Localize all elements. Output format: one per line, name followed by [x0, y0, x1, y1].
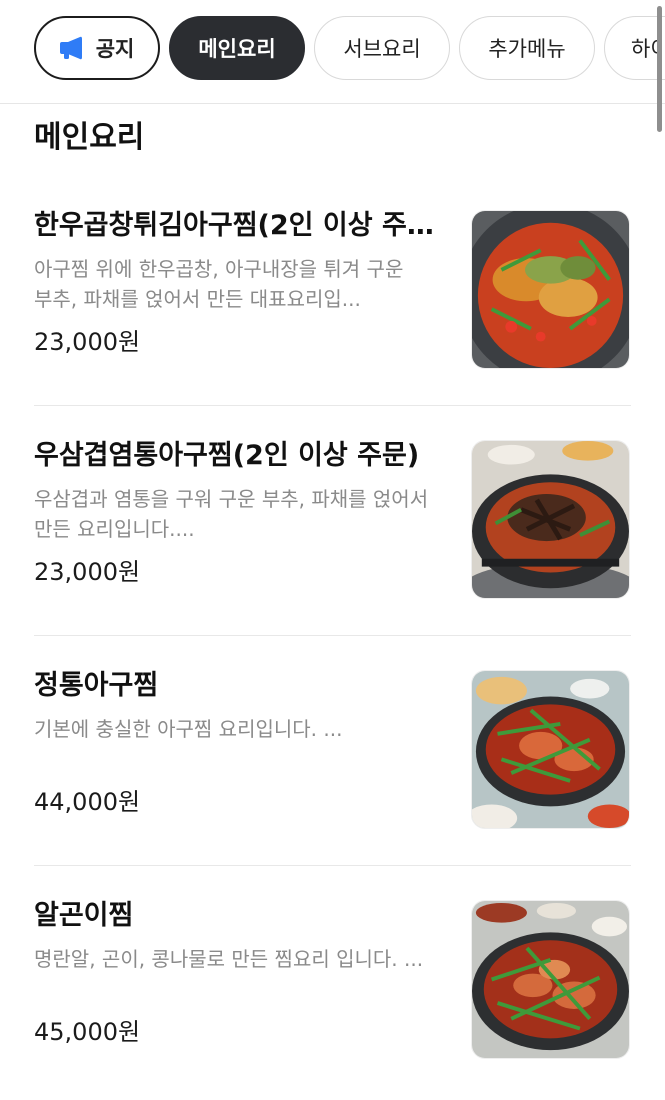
menu-item-description: 명란알, 곤이, 콩나물로 만든 찜요리 입니다. ... [34, 947, 424, 971]
menu-item[interactable]: 한우곱창튀김아구찜(2인 이상 주문) 아구찜 위에 한우곱창, 아구내장을 튀… [34, 176, 631, 406]
menu-item-name: 알곤이찜 [34, 900, 134, 931]
scrollbar[interactable] [657, 6, 662, 132]
tab-notice-label: 공지 [95, 37, 135, 61]
menu-item-price: 23,000원 [34, 558, 141, 586]
menu-item-name: 한우곱창튀김아구찜(2인 이상 주문) [34, 210, 434, 241]
menu-item-text: 알곤이찜 명란알, 곤이, 콩나물로 만든 찜요리 입니다. ... 45,00… [34, 896, 434, 1048]
menu-item[interactable]: 우삼겹염통아구찜(2인 이상 주문) 우삼겹과 염통을 구워 구운 부추, 파채… [34, 406, 631, 636]
tab-side-dishes-label: 서브요리 [343, 37, 421, 61]
menu-item-text: 한우곱창튀김아구찜(2인 이상 주문) 아구찜 위에 한우곱창, 아구내장을 튀… [34, 206, 434, 358]
tab-main-dishes[interactable]: 메인요리 [169, 16, 305, 80]
menu-item-text: 정통아구찜 기본에 충실한 아구찜 요리입니다. ... 44,000원 [34, 666, 434, 818]
food-photo-agujjim [472, 671, 629, 828]
menu-item-text: 우삼겹염통아구찜(2인 이상 주문) 우삼겹과 염통을 구워 구운 부추, 파채… [34, 436, 434, 588]
section-title: 메인요리 [34, 120, 145, 155]
tab-side-dishes[interactable]: 서브요리 [314, 16, 450, 80]
category-tabs: 공지 메인요리 서브요리 추가메뉴 하이 [34, 16, 665, 80]
menu-item-photo[interactable] [471, 210, 630, 369]
menu-item-photo[interactable] [471, 900, 630, 1059]
menu-item-price: 44,000원 [34, 788, 141, 816]
food-photo-algonijjim [472, 901, 629, 1058]
tab-extra-menu-label: 추가메뉴 [488, 37, 566, 61]
category-tab-bar: 공지 메인요리 서브요리 추가메뉴 하이 [0, 0, 665, 104]
menu-item-description: 우삼겹과 염통을 구워 구운 부추, 파채를 얹어서 만든 요리입니다.... [34, 487, 429, 541]
menu-item-description: 아구찜 위에 한우곱창, 아구내장을 튀겨 구운 부추, 파채를 얹어서 만든 … [34, 257, 404, 311]
menu-item-name: 정통아구찜 [34, 670, 159, 701]
food-photo-gopchang-agujjim [472, 211, 629, 368]
megaphone-icon [58, 36, 88, 60]
menu-list: 한우곱창튀김아구찜(2인 이상 주문) 아구찜 위에 한우곱창, 아구내장을 튀… [34, 176, 631, 1096]
tab-partial[interactable]: 하이 [604, 16, 665, 80]
tab-notice[interactable]: 공지 [34, 16, 160, 80]
menu-item-price: 45,000원 [34, 1018, 141, 1046]
menu-item-description: 기본에 충실한 아구찜 요리입니다. ... [34, 717, 343, 741]
menu-item[interactable]: 정통아구찜 기본에 충실한 아구찜 요리입니다. ... 44,000원 [34, 636, 631, 866]
food-photo-woosamgyeop-agujjim [472, 441, 629, 598]
menu-item-price: 23,000원 [34, 328, 141, 356]
tab-extra-menu[interactable]: 추가메뉴 [459, 16, 595, 80]
tab-main-dishes-label: 메인요리 [198, 37, 276, 61]
menu-item-photo[interactable] [471, 440, 630, 599]
menu-item-name: 우삼겹염통아구찜(2인 이상 주문) [34, 440, 420, 471]
menu-item[interactable]: 알곤이찜 명란알, 곤이, 콩나물로 만든 찜요리 입니다. ... 45,00… [34, 866, 631, 1096]
menu-item-photo[interactable] [471, 670, 630, 829]
